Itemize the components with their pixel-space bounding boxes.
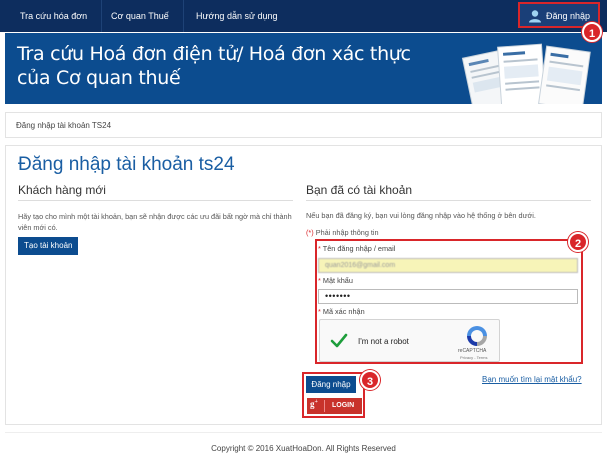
step-badge-2: 2 [568, 232, 588, 252]
divider [18, 200, 293, 201]
nav-huong-dan-su-dung[interactable]: Hướng dẫn sử dụng [182, 0, 292, 32]
required-mark: (*) [306, 228, 314, 237]
step-badge-3: 3 [360, 370, 380, 390]
invoice-documents-image [461, 43, 591, 104]
recaptcha-widget: I'm not a robot reCAPTCHA Privacy - Term… [319, 319, 500, 362]
checkmark-icon[interactable] [330, 332, 348, 350]
password-input[interactable]: ••••••• [318, 289, 578, 304]
login-submit-button[interactable]: Đăng nhập [306, 376, 356, 393]
divider [324, 400, 325, 412]
existing-account-heading: Bạn đã có tài khoản [306, 183, 413, 197]
step-badge-1: 1 [582, 22, 602, 42]
breadcrumb: Đăng nhập tài khoản TS24 [16, 121, 112, 130]
forgot-password-link[interactable]: Bạn muốn tìm lại mật khẩu? [482, 375, 582, 384]
recaptcha-text: I'm not a robot [358, 337, 409, 346]
recaptcha-links[interactable]: Privacy - Terms [460, 355, 487, 360]
page-banner: Tra cứu Hoá đơn điện tử/ Hoá đơn xác thự… [5, 33, 602, 104]
password-label: * Mật khẩu [318, 276, 353, 285]
page-title: Đăng nhập tài khoản ts24 [18, 154, 235, 175]
top-navbar: Tra cứu hóa đơn Cơ quan Thuế Hướng dẫn s… [0, 0, 607, 32]
divider [5, 432, 602, 433]
captcha-label: * Mã xác nhận [318, 307, 365, 316]
banner-title: Tra cứu Hoá đơn điện tử/ Hoá đơn xác thự… [17, 43, 411, 89]
divider [306, 200, 591, 201]
required-note-text: Phải nhập thông tin [313, 228, 379, 237]
recaptcha-brand: reCAPTCHA [458, 348, 487, 354]
google-plus-login-button[interactable]: g+ LOGIN [307, 398, 362, 414]
nav-tra-cuu-hoa-don[interactable]: Tra cứu hóa đơn [6, 0, 103, 32]
existing-account-description: Nếu bạn đã đăng ký, bạn vui lòng đăng nh… [306, 211, 536, 220]
google-plus-label: LOGIN [332, 402, 355, 409]
new-customer-heading: Khách hàng mới [18, 183, 106, 197]
user-icon [529, 9, 541, 23]
footer-copyright: Copyright © 2016 XuatHoaDon. All Rights … [211, 444, 396, 453]
username-input[interactable]: quan2016@gmail.com [318, 258, 578, 273]
recaptcha-logo-icon [467, 326, 487, 346]
breadcrumb-bar: Đăng nhập tài khoản TS24 [5, 112, 602, 138]
nav-login-label: Đăng nhập [546, 11, 591, 21]
nav-co-quan-thue[interactable]: Cơ quan Thuế [97, 0, 184, 32]
new-customer-description: Hãy tạo cho mình một tài khoản, bạn sẽ n… [18, 212, 292, 232]
create-account-button[interactable]: Tạo tài khoản [18, 237, 79, 255]
google-plus-icon: g+ [310, 399, 318, 409]
username-label: * Tên đăng nhập / email [318, 244, 396, 253]
required-note: (*) Phải nhập thông tin [306, 228, 379, 237]
